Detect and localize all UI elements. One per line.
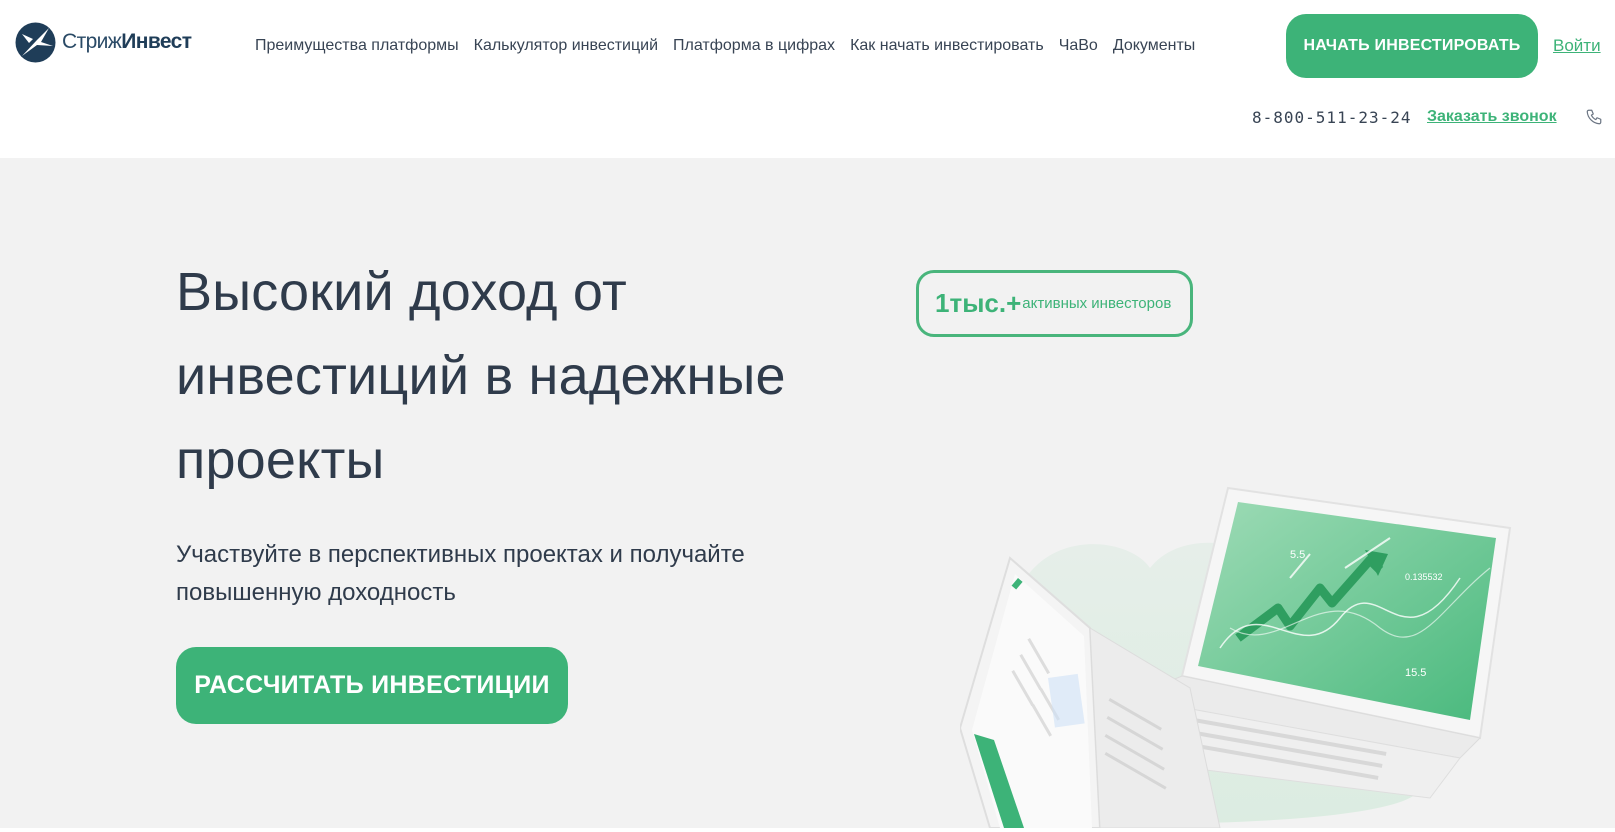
stat-plus: + bbox=[1006, 288, 1022, 318]
swift-bird-logo-icon bbox=[15, 22, 56, 62]
screen-label-2: 0.135532 bbox=[1405, 572, 1443, 582]
stat-label: активных инвесторов bbox=[1022, 295, 1172, 312]
login-link[interactable]: Войти bbox=[1553, 36, 1601, 56]
laptops-illustration: 5.5 0.135532 15.5 bbox=[960, 486, 1512, 828]
site-header: СтрижИнвест Преимущества платформы Кальк… bbox=[0, 0, 1615, 158]
stat-value: 1тыс. bbox=[935, 288, 1007, 318]
nav-item-how-to-start[interactable]: Как начать инвестировать bbox=[850, 37, 1044, 55]
nav-item-faq[interactable]: ЧаВо bbox=[1059, 37, 1098, 55]
screen-label-3: 15.5 bbox=[1405, 667, 1426, 679]
nav-item-platform-numbers[interactable]: Платформа в цифрах bbox=[673, 37, 835, 55]
nav-item-documents[interactable]: Документы bbox=[1113, 37, 1195, 55]
hero-section: Высокий доход от инвестиций в надежные п… bbox=[0, 158, 1615, 828]
screen-label-1: 5.5 bbox=[1290, 549, 1305, 561]
calculate-investments-button[interactable]: РАССЧИТАТЬ ИНВЕСТИЦИИ bbox=[176, 647, 568, 724]
hero-title: Высокий доход от инвестиций в надежные п… bbox=[176, 262, 786, 490]
logo[interactable]: СтрижИнвест bbox=[15, 21, 192, 63]
request-callback-link[interactable]: Заказать звонок bbox=[1427, 108, 1557, 126]
bottom-strip bbox=[0, 828, 1615, 832]
nav-item-advantages[interactable]: Преимущества платформы bbox=[255, 37, 459, 55]
main-nav: Преимущества платформы Калькулятор инвес… bbox=[255, 34, 1210, 58]
start-investing-button[interactable]: НАЧАТЬ ИНВЕСТИРОВАТЬ bbox=[1286, 14, 1538, 78]
hero-subtitle: Участвуйте в перспективных проектах и по… bbox=[176, 541, 745, 606]
logo-text: СтрижИнвест bbox=[62, 30, 192, 54]
logo-text-part2: Инвест bbox=[121, 30, 192, 53]
active-investors-badge: 1тыс. + активных инвесторов bbox=[916, 270, 1193, 337]
phone-icon[interactable] bbox=[1585, 108, 1603, 126]
logo-text-part1: Стриж bbox=[62, 30, 122, 53]
phone-number[interactable]: 8-800-511-23-24 bbox=[1252, 108, 1412, 127]
nav-item-calculator[interactable]: Калькулятор инвестиций bbox=[474, 37, 658, 55]
